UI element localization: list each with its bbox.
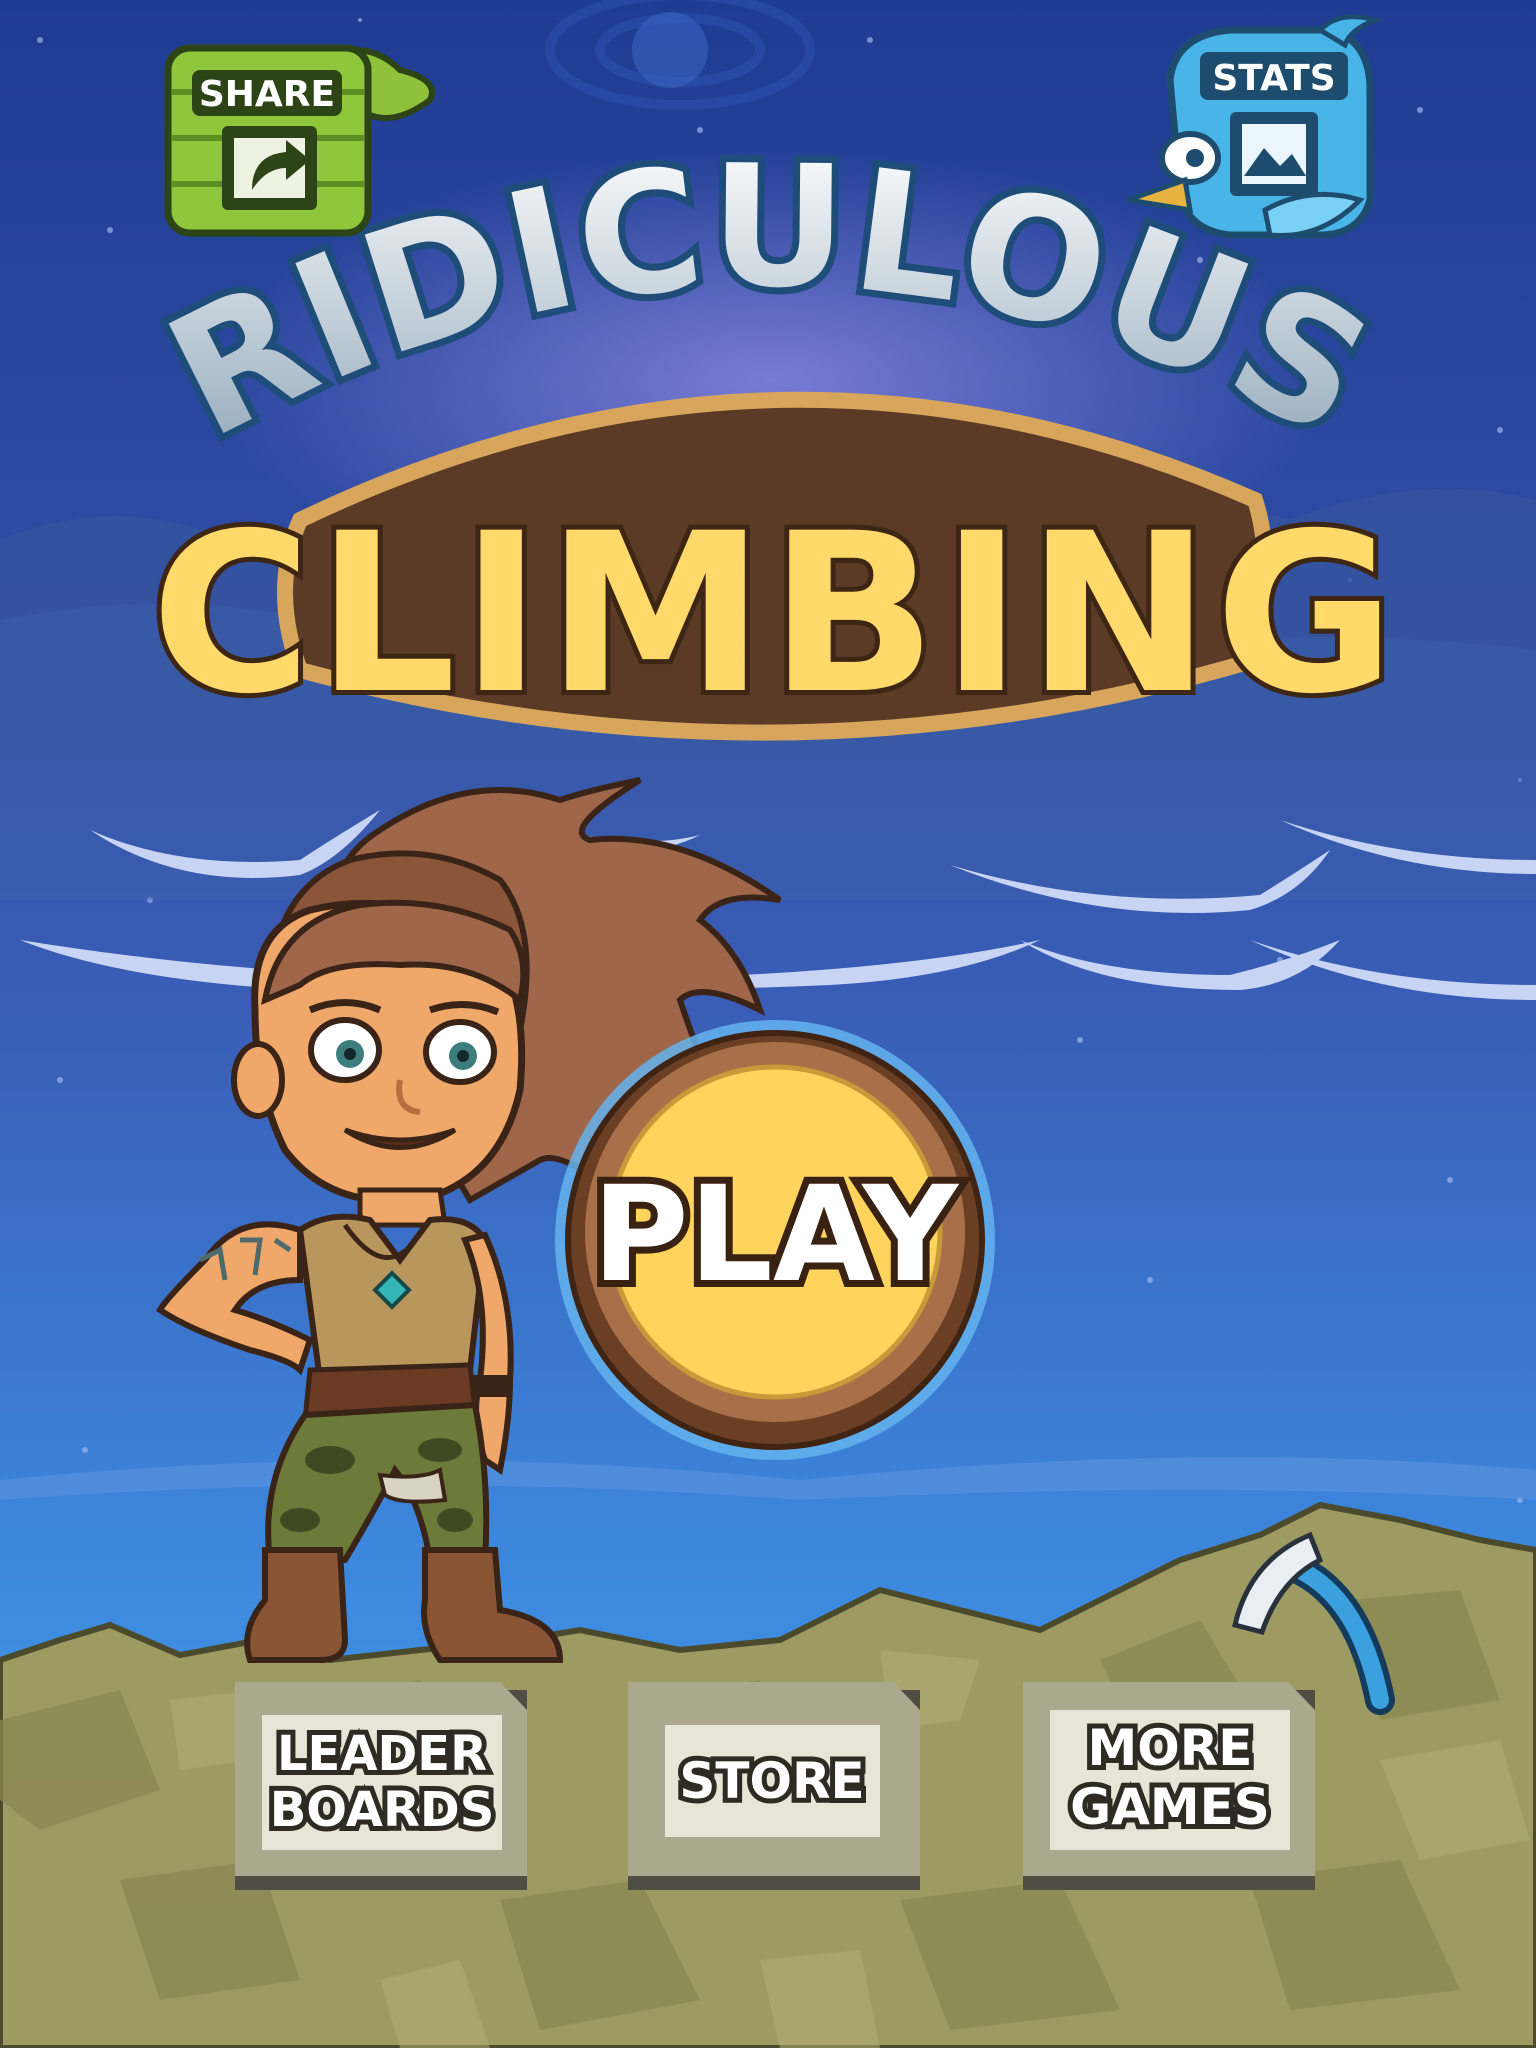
picture-frame-icon [1230,112,1318,196]
share-arrow-icon [222,126,317,210]
store-label: STORE [679,1752,864,1810]
play-button[interactable]: PLAY [555,1020,995,1460]
stats-label: STATS [1212,58,1335,99]
title-climbing: CLIMBING [151,486,1400,742]
more-games-label-line1: MORE [1088,1719,1253,1777]
pouch-blade [377,1467,448,1504]
share-label: SHARE [199,74,335,115]
store-button[interactable]: STORE [628,1682,920,1890]
galaxy-core [632,12,708,88]
more-games-label-line2: GAMES [1070,1778,1270,1836]
play-label: PLAY [592,1158,959,1312]
leaderboards-label-line1: LEADER [277,1726,487,1782]
game-main-menu: RIDICULOUS CLIMBING SHARE STATS PLAY LEA… [0,0,1536,2048]
leaderboards-button[interactable]: LEADER BOARDS [235,1682,527,1890]
more-games-button[interactable]: MORE GAMES [1023,1682,1315,1890]
leaderboards-label-line2: BOARDS [270,1782,495,1838]
